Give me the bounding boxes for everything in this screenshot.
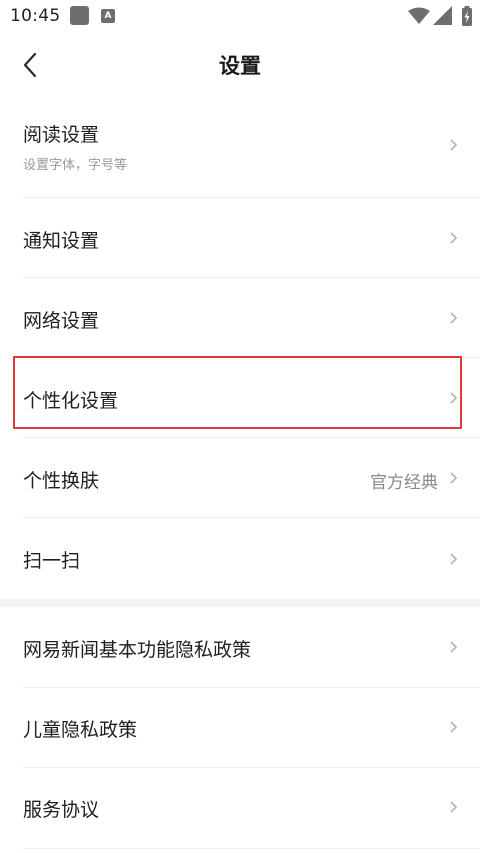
item-label: 网络设置 (23, 310, 100, 332)
chevron-right-icon (450, 641, 458, 653)
item-label: 个性换肤 (23, 470, 100, 492)
wifi-icon (408, 7, 430, 24)
item-label: 通知设置 (23, 230, 100, 252)
reading-settings-item[interactable]: 阅读设置 设置字体，字号等 (0, 96, 480, 198)
chevron-right-icon (450, 721, 458, 733)
chevron-right-icon (450, 392, 458, 404)
notification-settings-item[interactable]: 通知设置 (0, 198, 480, 278)
chevron-right-icon (450, 553, 458, 565)
section-separator (0, 599, 480, 607)
header: 设置 (0, 34, 480, 96)
chevron-right-icon (450, 472, 458, 484)
item-label: 儿童隐私政策 (23, 719, 138, 741)
battery-charging-icon (462, 6, 472, 26)
item-label: 服务协议 (23, 799, 100, 821)
basic-privacy-policy-item[interactable]: 网易新闻基本功能隐私政策 (0, 607, 480, 687)
item-sublabel: 设置字体，字号等 (23, 158, 128, 173)
children-privacy-policy-item[interactable]: 儿童隐私政策 (0, 688, 480, 768)
chevron-right-icon (450, 801, 458, 813)
page-title: 设置 (219, 54, 261, 78)
item-label: 网易新闻基本功能隐私政策 (23, 639, 252, 661)
item-label: 扫一扫 (23, 550, 81, 572)
a-notification-icon: A (101, 9, 115, 23)
chevron-right-icon (450, 312, 458, 324)
current-skin-value: 官方经典 (370, 473, 438, 493)
service-agreement-item[interactable]: 服务协议 (0, 768, 480, 848)
status-time: 10:45 (10, 6, 61, 26)
square-notification-icon (70, 6, 89, 25)
skin-settings-item[interactable]: 个性换肤 官方经典 (0, 438, 480, 518)
settings-screen: 10:45 A 设置 阅读设置 设置字体，字号等 通知设置 网络设置 个性化设置… (0, 0, 480, 853)
chevron-right-icon (450, 139, 458, 151)
status-bar: 10:45 A (0, 0, 480, 34)
item-label: 阅读设置 (23, 124, 100, 146)
network-settings-item[interactable]: 网络设置 (0, 278, 480, 358)
personalization-settings-item[interactable]: 个性化设置 (0, 358, 480, 438)
scan-item[interactable]: 扫一扫 (0, 518, 480, 599)
chevron-right-icon (450, 232, 458, 244)
item-label: 个性化设置 (23, 390, 119, 412)
divider (23, 848, 480, 849)
signal-icon (433, 6, 452, 25)
